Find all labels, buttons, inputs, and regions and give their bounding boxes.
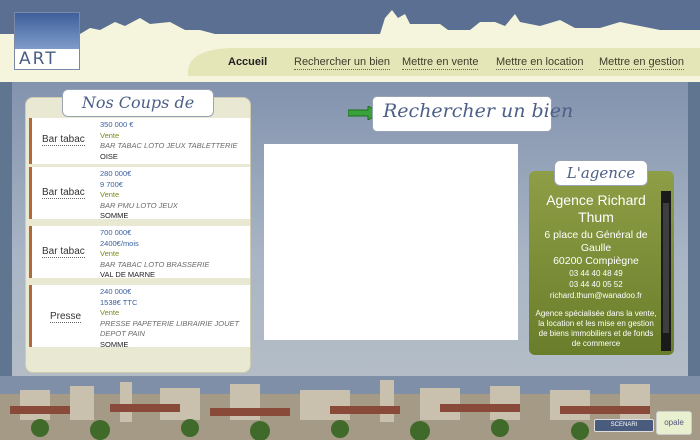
listing-location: SOMME [100, 211, 129, 220]
listing-price: 280 000€ [100, 169, 132, 178]
listing-description: PRESSE PAPETERIE LIBRAIRIE JOUET DEPOT P… [100, 318, 240, 339]
listing-info: 240 000€ 1538€ TTC Vente PRESSE PAPETERI… [100, 287, 246, 350]
listing-location: OISE [100, 151, 118, 161]
listing-category[interactable]: Bar tabac [42, 187, 85, 199]
agence-name: Agence Richard Thum [546, 192, 646, 225]
content-area [264, 144, 518, 340]
agence-email[interactable]: richard.thum@wanadoo.fr [534, 290, 658, 301]
agence-title: L'agence [554, 160, 648, 186]
agence-address: 6 place du Général de Gaulle [544, 229, 648, 254]
listing-price: 700 000€ [100, 228, 132, 237]
listing-category[interactable]: Presse [50, 311, 82, 323]
listing-item[interactable]: Bar tabac 700 000€ 2400€/mois Vente BAR … [29, 226, 250, 281]
nav-mettre-en-gestion[interactable]: Mettre en gestion [599, 56, 684, 70]
search-button-label: Rechercher un bien [383, 100, 574, 122]
nav-accueil[interactable]: Accueil [228, 56, 267, 69]
listing-rent: 1538€ TTC [100, 297, 138, 307]
listing-description: BAR PMU LOTO JEUX [100, 200, 178, 210]
agence-phone: 03 44 40 48 49 [569, 269, 623, 278]
agence-details: Agence Richard Thum 6 place du Général d… [534, 192, 658, 350]
coups-de-coeur-title: Nos Coups de coeur [62, 89, 214, 138]
nav-rechercher[interactable]: Rechercher un bien [294, 56, 391, 70]
listing-category[interactable]: Bar tabac [42, 134, 85, 146]
listing-info: 350 000 € Vente BAR TABAC LOTO JEUX TABL… [100, 120, 238, 162]
listing-type: Vente [100, 249, 120, 258]
agence-fax: 03 44 40 05 52 [569, 280, 623, 289]
header: ART Accueil Rechercher un bien Mettre en… [0, 0, 700, 82]
listing-description: BAR TABAC LOTO BRASSERIE [100, 259, 210, 269]
listing-rent: 9 700€ [100, 179, 123, 189]
logo[interactable]: ART [14, 12, 80, 70]
listing-location: VAL DE MARNE [100, 270, 156, 279]
listing-price: 350 000 € [100, 120, 134, 129]
agence-description: Agence spécialisée dans la vente, la loc… [535, 309, 657, 348]
agence-city: 60200 Compiègne [553, 255, 639, 267]
listing-type: Vente [100, 130, 120, 140]
logo-sky [15, 13, 79, 49]
listing-item[interactable]: Presse 240 000€ 1538€ TTC Vente PRESSE P… [29, 285, 250, 350]
listing-description: BAR TABAC LOTO JEUX TABLETTERIE [100, 141, 238, 150]
listing-info: 700 000€ 2400€/mois Vente BAR TABAC LOTO… [100, 228, 209, 281]
listing-rent: 2400€/mois [100, 238, 139, 248]
listing-location: SOMME [100, 339, 129, 349]
opale-badge[interactable]: opale [656, 411, 692, 435]
scenari-badge[interactable]: SCENARI [594, 419, 654, 432]
listing-price: 240 000€ [100, 287, 132, 296]
nav-mettre-en-location[interactable]: Mettre en location [496, 56, 584, 70]
page: ART Accueil Rechercher un bien Mettre en… [0, 0, 700, 440]
main-nav: Accueil Rechercher un bien Mettre en ven… [192, 44, 700, 76]
listing-type: Vente [100, 190, 120, 199]
listing-item[interactable]: Bar tabac 350 000 € Vente BAR TABAC LOTO… [29, 118, 250, 164]
listing-category[interactable]: Bar tabac [42, 246, 85, 258]
listing-type: Vente [100, 308, 120, 317]
logo-text: ART [19, 49, 58, 69]
scrollbar-thumb[interactable] [663, 203, 669, 333]
nav-mettre-en-vente[interactable]: Mettre en vente [402, 56, 479, 70]
search-button[interactable]: Rechercher un bien [372, 96, 573, 132]
listing-info: 280 000€ 9 700€ Vente BAR PMU LOTO JEUX … [100, 169, 178, 222]
listing-item[interactable]: Bar tabac 280 000€ 9 700€ Vente BAR PMU … [29, 167, 250, 222]
agence-scrollbar[interactable] [661, 191, 671, 351]
